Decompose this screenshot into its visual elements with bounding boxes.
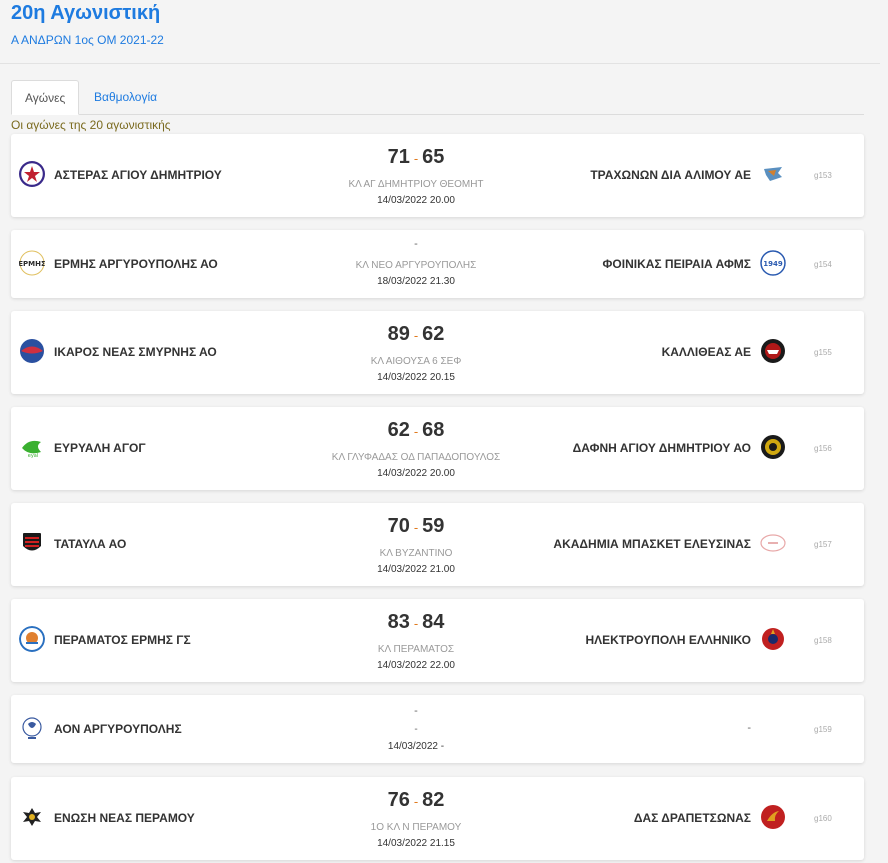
match-score-pending: - (414, 705, 418, 717)
match-venue: ΚΛ ΠΕΡΑΜΑΤΟΣ (377, 644, 455, 655)
score-separator: - (413, 151, 419, 166)
away-team-logo (761, 339, 785, 363)
away-team-name[interactable]: ΑΚΑΔΗΜΙΑ ΜΠΑΣΚΕΤ ΕΛΕΥΣΙΝΑΣ (553, 537, 751, 551)
away-team-logo (764, 167, 782, 181)
match-venue: ΚΛ ΑΙΘΟΥΣΑ 6 ΣΕΦ (370, 356, 462, 367)
score-separator: - (413, 616, 419, 631)
svg-text:1949: 1949 (763, 260, 783, 268)
away-score: 59 (422, 515, 445, 537)
match-id: g153 (814, 171, 832, 180)
match-card[interactable]: ΠΕΡΑΜΑΤΟΣ ΕΡΜΗΣ ΓΣ 83-84 ΚΛ ΠΕΡΑΜΑΤΟΣ 14… (11, 599, 864, 682)
match-venue: 1ο ΚΛ Ν ΠΕΡΑΜΟΥ (370, 822, 462, 833)
home-team-logo: ΕΡΜΗΣ (19, 250, 45, 276)
home-team-name[interactable]: ΕΝΩΣΗ ΝΕΑΣ ΠΕΡΑΜΟΥ (54, 811, 195, 825)
match-score: 76-82 (261, 789, 571, 812)
home-score: 83 (387, 611, 410, 633)
away-team-logo (761, 805, 785, 829)
home-team-name[interactable]: ΙΚΑΡΟΣ ΝΕΑΣ ΣΜΥΡΝΗΣ ΑΟ (54, 345, 217, 359)
match-score: 71-65 (261, 146, 571, 169)
tab-standings[interactable]: Βαθμολογία (81, 80, 170, 115)
away-team-logo (761, 435, 785, 459)
match-venue: ΚΛ ΑΓ ΔΗΜΗΤΡΙΟΥ ΘΕΟΜΗΤ (348, 179, 484, 190)
match-score-pending: - (414, 238, 418, 250)
home-team-logo (23, 533, 41, 551)
match-card[interactable]: ΑΣΤΕΡΑΣ ΑΓΙΟΥ ΔΗΜΗΤΡΙΟΥ 71-65 ΚΛ ΑΓ ΔΗΜΗ… (11, 134, 864, 217)
match-score: 89-62 (261, 323, 571, 346)
away-score: 62 (422, 323, 445, 345)
home-score: 70 (387, 515, 410, 537)
match-id: g154 (814, 260, 832, 269)
away-team-placeholder: - (747, 722, 751, 734)
match-id: g156 (814, 444, 832, 453)
match-id: g160 (814, 814, 832, 823)
tab-matches[interactable]: Αγώνες (11, 80, 80, 115)
matches-caption: Οι αγώνες της 20 αγωνιστικής (11, 118, 171, 132)
match-venue: ΚΛ ΝΕΟ ΑΡΓΥΡΟΥΠΟΛΗΣ (355, 260, 477, 271)
home-team-logo (19, 161, 45, 187)
tab-bar: Αγώνες Βαθμολογία (11, 80, 864, 115)
away-team-name[interactable]: ΦΟΙΝΙΚΑΣ ΠΕΙΡΑΙΑ ΑΦΜΣ (603, 257, 751, 271)
match-card[interactable]: ΙΚΑΡΟΣ ΝΕΑΣ ΣΜΥΡΝΗΣ ΑΟ 89-62 ΚΛ ΑΙΘΟΥΣΑ … (11, 311, 864, 394)
page-title: 20η Αγωνιστική (11, 2, 161, 24)
home-score: 89 (387, 323, 410, 345)
away-score: 68 (422, 419, 445, 441)
match-date: 14/03/2022 20.00 (377, 468, 455, 479)
match-date: 14/03/2022 21.15 (377, 838, 455, 849)
away-team-name[interactable]: ΚΑΛΛΙΘΕΑΣ ΑΕ (662, 345, 751, 359)
away-score: 84 (422, 611, 445, 633)
match-date: 14/03/2022 22.00 (377, 660, 455, 671)
match-card[interactable]: ΕΡΜΗΣ ΕΡΜΗΣ ΑΡΓΥΡΟΥΠΟΛΗΣ ΑΟ - ΚΛ ΝΕΟ ΑΡΓ… (11, 230, 864, 298)
home-team-name[interactable]: ΕΥΡΥΑΛΗ ΑΓΟΓ (54, 441, 146, 455)
away-team-name[interactable]: ΔΑΣ ΔΡΑΠΕΤΣΩΝΑΣ (634, 811, 751, 825)
match-id: g155 (814, 348, 832, 357)
match-venue: ΚΛ ΒΥΖΑΝΤΙΝΟ (379, 548, 453, 559)
match-id: g159 (814, 725, 832, 734)
home-team-name[interactable]: ΕΡΜΗΣ ΑΡΓΥΡΟΥΠΟΛΗΣ ΑΟ (54, 257, 218, 271)
match-date: 14/03/2022 20.15 (377, 372, 455, 383)
home-team-name[interactable]: ΠΕΡΑΜΑΤΟΣ ΕΡΜΗΣ ΓΣ (54, 633, 191, 647)
home-team-logo (19, 626, 45, 652)
match-date: 14/03/2022 20.00 (377, 195, 455, 206)
away-team-name[interactable]: ΤΡΑΧΩΝΩΝ ΔΙΑ ΑΛΙΜΟΥ ΑΕ (590, 168, 751, 182)
score-separator: - (413, 520, 419, 535)
match-card[interactable]: eyal ΕΥΡΥΑΛΗ ΑΓΟΓ 62-68 ΚΛ ΓΛΥΦΑΔΑΣ ΟΔ Π… (11, 407, 864, 490)
match-date: 14/03/2022 21.00 (377, 564, 455, 575)
score-separator: - (413, 424, 419, 439)
match-card[interactable]: ΑΟΝ ΑΡΓΥΡΟΥΠΟΛΗΣ - - 14/03/2022 - - g159 (11, 695, 864, 763)
match-venue: ΚΛ ΓΛΥΦΑΔΑΣ ΟΔ ΠΑΠΑΔΟΠΟΥΛΟΣ (331, 452, 501, 463)
home-team-name[interactable]: ΑΣΤΕΡΑΣ ΑΓΙΟΥ ΔΗΜΗΤΡΙΟΥ (54, 168, 222, 182)
svg-text:ΕΡΜΗΣ: ΕΡΜΗΣ (19, 260, 45, 268)
away-score: 82 (422, 789, 445, 811)
page-header: 20η Αγωνιστική Α ΑΝΔΡΩΝ 1ος ΟΜ 2021-22 (0, 0, 880, 64)
home-team-name[interactable]: ΤΑΤΑΥΛΑ ΑΟ (54, 537, 126, 551)
score-separator: - (413, 794, 419, 809)
match-date: 18/03/2022 21.30 (377, 276, 455, 287)
away-score: 65 (422, 146, 445, 168)
home-team-logo (23, 808, 41, 826)
away-team-logo: 1949 (760, 250, 786, 276)
home-score: 62 (387, 419, 410, 441)
away-team-logo (762, 628, 784, 650)
match-date: 14/03/2022 - (387, 741, 445, 752)
match-id: g157 (814, 540, 832, 549)
home-team-logo (22, 717, 42, 739)
home-score: 76 (387, 789, 410, 811)
match-card[interactable]: ΤΑΤΑΥΛΑ ΑΟ 70-59 ΚΛ ΒΥΖΑΝΤΙΝΟ 14/03/2022… (11, 503, 864, 586)
match-card[interactable]: ΕΝΩΣΗ ΝΕΑΣ ΠΕΡΑΜΟΥ 76-82 1ο ΚΛ Ν ΠΕΡΑΜΟΥ… (11, 777, 864, 860)
home-score: 71 (387, 146, 410, 168)
match-venue: - (414, 724, 418, 735)
away-team-name[interactable]: ΗΛΕΚΤΡΟΥΠΟΛΗ ΕΛΛΗΝΙΚΟ (586, 633, 752, 647)
home-team-logo: eyal (22, 440, 41, 459)
match-id: g158 (814, 636, 832, 645)
match-score: 70-59 (261, 515, 571, 538)
score-separator: - (413, 328, 419, 343)
match-score: 62-68 (261, 419, 571, 442)
match-score: 83-84 (261, 611, 571, 634)
page-subtitle[interactable]: Α ΑΝΔΡΩΝ 1ος ΟΜ 2021-22 (11, 33, 164, 47)
away-team-name[interactable]: ΔΑΦΝΗ ΑΓΙΟΥ ΔΗΜΗΤΡΙΟΥ ΑΟ (573, 441, 751, 455)
svg-text:eyal: eyal (28, 453, 39, 459)
home-team-name[interactable]: ΑΟΝ ΑΡΓΥΡΟΥΠΟΛΗΣ (54, 722, 182, 736)
home-team-logo (20, 339, 44, 363)
away-team-logo (760, 534, 786, 552)
